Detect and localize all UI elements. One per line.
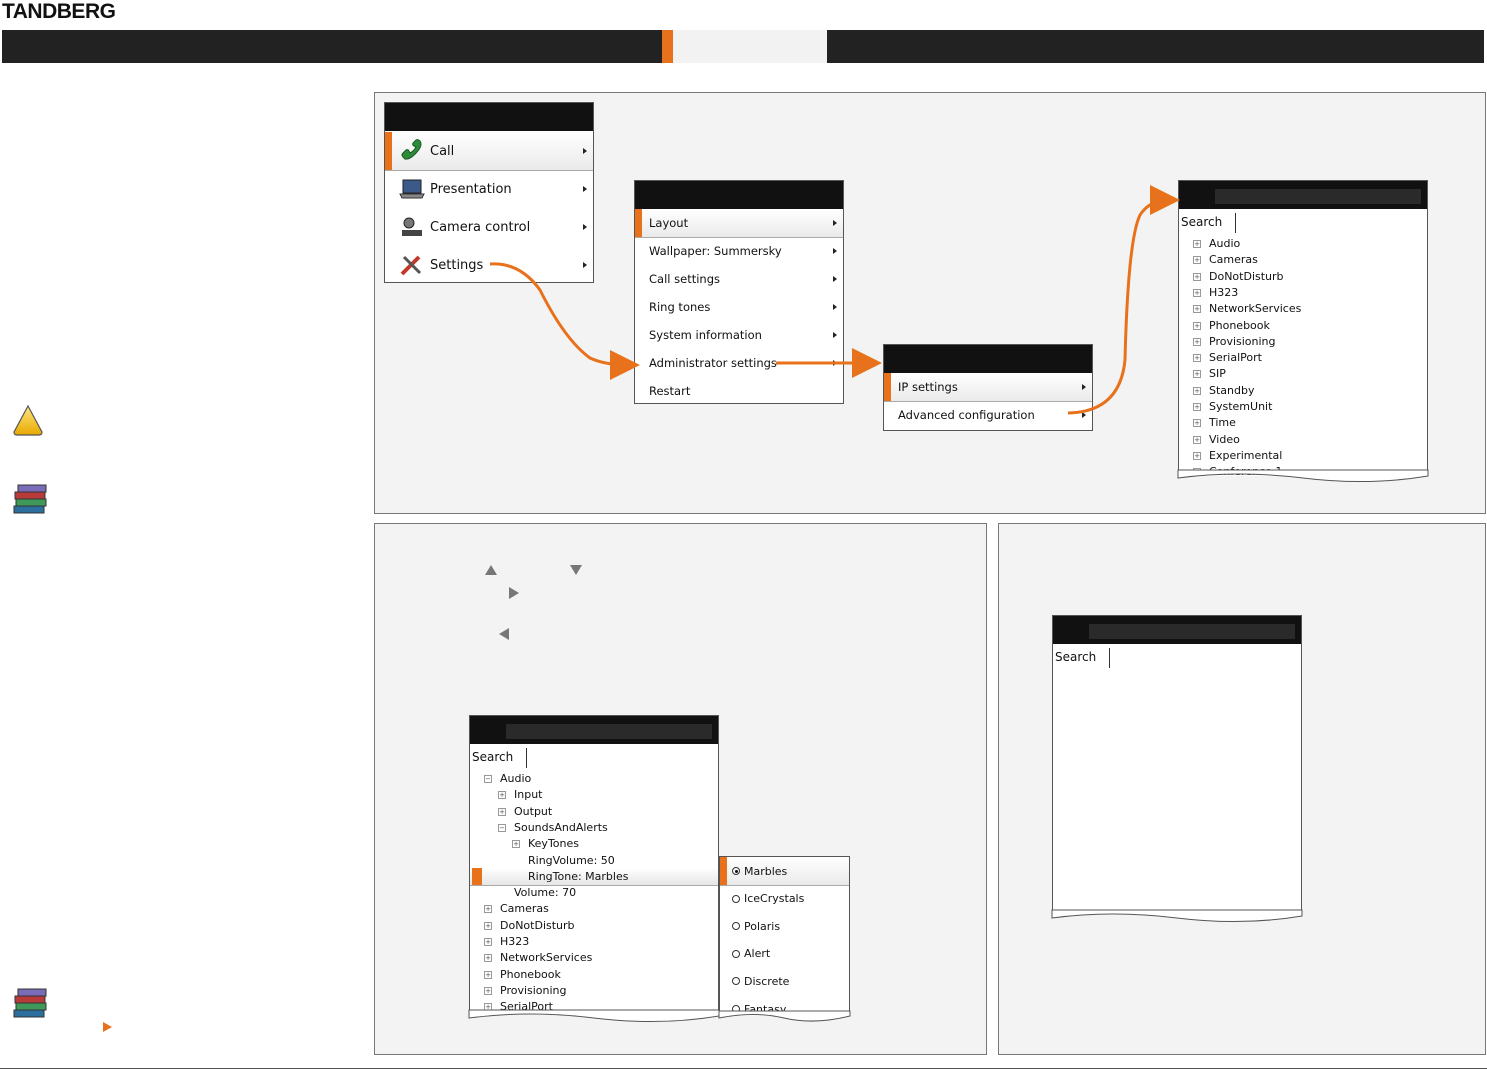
tree-node[interactable]: RingTone: Marbles (512, 869, 628, 885)
torn-edge (1051, 909, 1303, 923)
tree-node[interactable]: + DoNotDisturb (484, 918, 575, 934)
expand-icon[interactable]: + (484, 970, 492, 979)
tree-title-field (506, 724, 712, 739)
expand-icon[interactable]: + (498, 791, 506, 800)
tree-node[interactable]: + H323 (484, 934, 529, 950)
tree-node[interactable]: − SoundsAndAlerts (498, 820, 608, 836)
tree-node[interactable]: RingVolume: 50 (512, 853, 615, 869)
ringtone-option[interactable]: Discrete (720, 967, 849, 995)
tree-node[interactable]: + KeyTones (512, 836, 579, 852)
ringtone-option[interactable]: Marbles (720, 857, 849, 886)
tree-node-label: Provisioning (500, 983, 567, 997)
tree-node-label: Volume: 70 (514, 886, 577, 900)
tree-node[interactable]: + Provisioning (484, 983, 567, 999)
tree-node[interactable]: Volume: 70 (498, 885, 576, 901)
tree-node-label: Cameras (500, 902, 549, 916)
radio-checked-icon[interactable] (732, 867, 740, 875)
expand-icon[interactable]: + (484, 938, 492, 946)
tree-node-label: NetworkServices (500, 951, 593, 965)
ringtone-option-label: Marbles (744, 864, 788, 878)
radio-unchecked-icon[interactable] (732, 922, 740, 931)
footer-divider (0, 1068, 1487, 1069)
search-label[interactable]: Search (1055, 650, 1096, 664)
ringtone-option-label: Alert (744, 947, 771, 961)
radio-unchecked-icon[interactable] (732, 894, 740, 903)
tree-node-label: Input (514, 788, 543, 802)
search-cursor (526, 748, 527, 768)
tree-node[interactable]: + Phonebook (484, 967, 561, 983)
expand-icon[interactable]: + (484, 986, 492, 995)
expand-icon[interactable]: + (498, 807, 506, 816)
tree-node-label: Phonebook (500, 967, 561, 981)
tree-node-label: SoundsAndAlerts (514, 820, 608, 834)
radio-unchecked-icon[interactable] (732, 977, 740, 986)
right-arrow-icon (509, 587, 519, 599)
tree-node-label: Output (514, 804, 553, 818)
expanded-configuration-tree: Search − Audio + Input + Output − SoundsAndAler… (469, 715, 719, 1015)
tree-node-label: KeyTones (528, 837, 579, 851)
tree-node-label: DoNotDisturb (500, 918, 575, 932)
ringtone-option-label: Discrete (744, 974, 790, 988)
expand-icon[interactable]: + (484, 954, 492, 963)
tree-node-label: H323 (500, 935, 530, 948)
ringtone-option-label: IceCrystals (744, 892, 805, 906)
torn-edge (468, 1009, 720, 1023)
collapse-icon[interactable]: − (498, 823, 506, 832)
expand-icon[interactable]: + (484, 905, 492, 914)
torn-edge (718, 1010, 851, 1022)
tree-node[interactable]: + Cameras (484, 901, 549, 917)
tree-node-label: RingTone: Marbles (528, 869, 629, 883)
search-configuration-tree: Search (1052, 615, 1302, 915)
ringtone-option[interactable]: IceCrystals (720, 885, 849, 913)
collapse-icon[interactable]: − (484, 775, 492, 783)
tree-node[interactable]: − Audio (484, 771, 531, 787)
selected-row-accent (472, 867, 482, 885)
tree-node[interactable]: + NetworkServices (484, 950, 592, 966)
up-arrow-icon (485, 565, 497, 575)
tree-node-label: RingVolume: 50 (528, 853, 615, 867)
tree-node-label: Audio (500, 772, 532, 785)
left-arrow-icon (499, 628, 509, 640)
expand-icon[interactable]: + (512, 840, 520, 849)
ringtone-option-label: Polaris (744, 919, 781, 933)
tree-node[interactable]: + Input (498, 787, 542, 803)
search-label[interactable]: Search (472, 750, 513, 764)
expand-icon[interactable]: + (484, 921, 492, 930)
ringtone-options-list: Marbles IceCrystals Polaris Alert Discrete Fa… (719, 856, 850, 1016)
radio-unchecked-icon[interactable] (732, 949, 740, 958)
tree-node[interactable]: + Output (498, 804, 552, 820)
down-arrow-icon (570, 565, 582, 575)
tree-title-field (1089, 624, 1295, 639)
ringtone-option[interactable]: Alert (720, 940, 849, 968)
search-cursor (1109, 648, 1110, 668)
ringtone-option[interactable]: Polaris (720, 912, 849, 940)
